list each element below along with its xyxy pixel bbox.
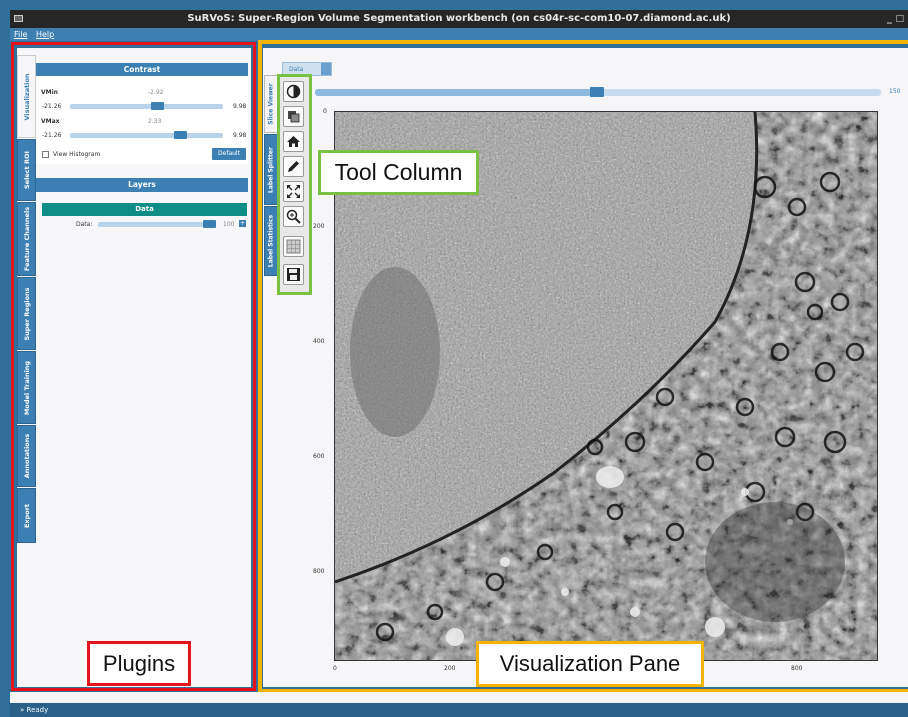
tool-column-callout: Tool Column	[318, 150, 479, 195]
visualization-pane-callout: Visualization Pane	[476, 641, 704, 687]
title-bar: SuRVoS: Super-Region Volume Segmentation…	[10, 10, 908, 28]
status-icon: »	[20, 706, 25, 714]
window-title: SuRVoS: Super-Region Volume Segmentation…	[187, 13, 731, 24]
plugins-callout: Plugins	[87, 641, 191, 686]
status-separator	[10, 692, 908, 703]
window-icon	[14, 15, 23, 22]
minimize-button[interactable]: _	[887, 10, 892, 28]
visualization-pane-outline	[258, 40, 908, 693]
maximize-button[interactable]: □	[895, 10, 904, 28]
status-text: Ready	[26, 706, 49, 714]
menu-help[interactable]: Help	[36, 30, 54, 39]
plugins-outline	[11, 42, 256, 691]
menu-file[interactable]: File	[14, 30, 27, 39]
status-bar: » Ready	[10, 703, 908, 717]
